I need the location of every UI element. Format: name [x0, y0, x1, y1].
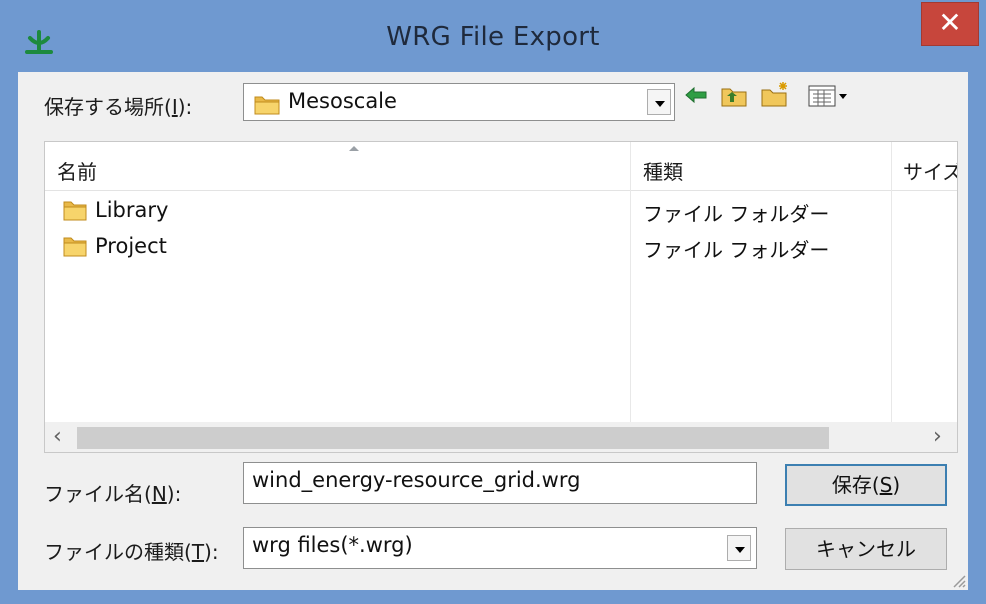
file-type-value: wrg files(*.wrg) [252, 533, 413, 557]
file-name-value: wind_energy-resource_grid.wrg [252, 468, 581, 492]
folder-icon [63, 237, 87, 257]
column-divider[interactable] [891, 142, 892, 422]
list-header: 名前 種類 サイズ [45, 142, 957, 191]
column-header-name[interactable]: 名前 [57, 156, 97, 185]
dialog-window: WRG File Export ✕ 保存する場所(I): Mesoscale 名… [0, 0, 986, 604]
file-name-label: ファイル名(N): [44, 482, 182, 506]
save-button[interactable]: 保存(S) [785, 464, 947, 506]
chevron-down-icon [735, 547, 745, 553]
chevron-down-icon [655, 101, 665, 107]
column-header-size[interactable]: サイズ [903, 156, 957, 185]
save-location-value: Mesoscale [288, 89, 397, 113]
save-location-label: 保存する場所(I): [44, 95, 193, 119]
file-list[interactable]: 名前 種類 サイズ Library ファイル フォルダー Project ファイ… [44, 141, 958, 453]
column-divider[interactable] [630, 142, 631, 422]
scrollbar-thumb[interactable] [77, 427, 829, 449]
back-arrow-icon[interactable] [683, 84, 709, 106]
scroll-left-icon[interactable]: ‹ [53, 424, 62, 449]
file-name-input[interactable]: wind_energy-resource_grid.wrg [243, 462, 757, 504]
file-type-label: ファイルの種類(T): [44, 540, 219, 564]
save-location-combobox[interactable]: Mesoscale [243, 83, 675, 121]
column-header-type[interactable]: 種類 [643, 156, 683, 185]
scroll-right-icon[interactable]: › [933, 424, 942, 449]
list-item-name: Project [95, 234, 167, 258]
list-item-type: ファイル フォルダー [643, 238, 830, 262]
folder-icon [254, 96, 280, 115]
sort-ascending-icon [349, 146, 359, 151]
horizontal-scrollbar[interactable]: ‹ › [45, 422, 957, 452]
file-type-combobox[interactable]: wrg files(*.wrg) [243, 527, 757, 569]
dialog-body: 保存する場所(I): Mesoscale 名前 種類 サイズ Library フ… [18, 72, 968, 590]
list-item[interactable]: Library ファイル フォルダー [45, 194, 957, 228]
title-bar[interactable]: WRG File Export ✕ [0, 0, 986, 72]
resize-grip-icon[interactable] [950, 572, 966, 588]
cancel-button[interactable]: キャンセル [785, 528, 947, 570]
file-type-dropdown-button[interactable] [727, 535, 751, 561]
close-button[interactable]: ✕ [921, 2, 979, 46]
list-item-type: ファイル フォルダー [643, 202, 830, 226]
view-menu-icon[interactable] [808, 84, 852, 108]
save-location-dropdown-button[interactable] [647, 89, 671, 115]
new-folder-icon[interactable] [760, 80, 790, 108]
up-folder-icon[interactable] [720, 84, 748, 108]
folder-icon [63, 201, 87, 221]
window-title: WRG File Export [386, 22, 600, 52]
list-item-name: Library [95, 198, 169, 222]
list-item[interactable]: Project ファイル フォルダー [45, 230, 957, 264]
